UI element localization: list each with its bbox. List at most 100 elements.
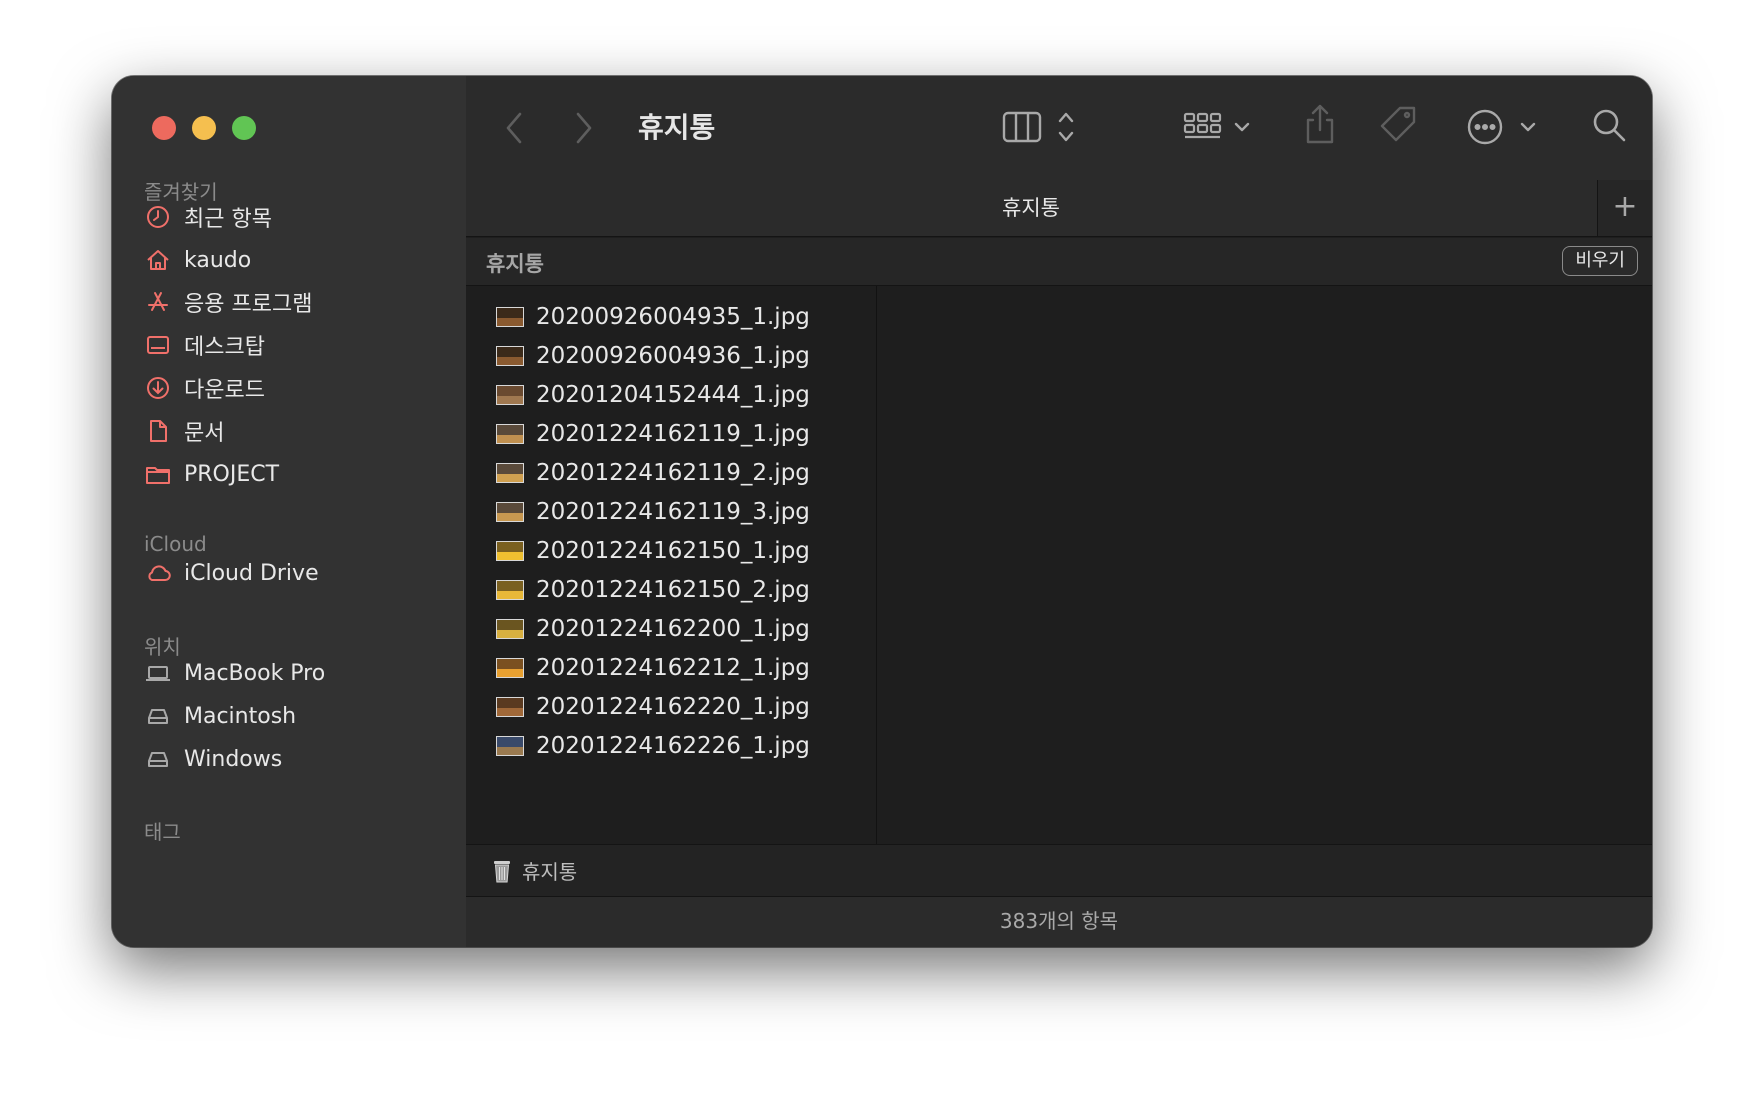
status-bar: 383개의 항목 [466, 897, 1652, 947]
sidebar-item-windows[interactable]: Windows [144, 737, 444, 781]
image-thumbnail-icon [496, 658, 524, 678]
list-item[interactable]: 20200926004935_1.jpg [496, 297, 810, 337]
close-window-button[interactable] [152, 116, 176, 140]
sidebar-item-label: Macintosh [184, 703, 297, 729]
minimize-window-button[interactable] [192, 116, 216, 140]
clock-icon [147, 206, 169, 228]
sidebar-item-downloads[interactable]: 다운로드 [144, 366, 444, 410]
file-name: 20201224162200_1.jpg [536, 616, 810, 642]
back-icon[interactable] [502, 110, 528, 146]
column-title: 휴지통 [486, 252, 544, 276]
more-actions-button[interactable] [1466, 106, 1542, 148]
list-item[interactable]: 20201224162119_3.jpg [496, 492, 810, 532]
cloud-icon [148, 565, 171, 581]
file-name: 20201224162226_1.jpg [536, 733, 810, 759]
file-name: 20201224162119_3.jpg [536, 499, 810, 525]
trash-icon [494, 860, 510, 882]
sidebar-section-tags: 태그 [144, 820, 181, 844]
new-tab-button[interactable]: + [1597, 180, 1652, 236]
image-thumbnail-icon [496, 541, 524, 561]
image-thumbnail-icon [496, 619, 524, 639]
file-column: 20200926004935_1.jpg 20200926004936_1.jp… [466, 286, 877, 844]
list-item[interactable]: 20201224162200_1.jpg [496, 609, 810, 649]
sidebar-item-label: PROJECT [184, 461, 280, 487]
sidebar-item-icloud-drive[interactable]: iCloud Drive [144, 551, 444, 595]
sidebar-item-desktop[interactable]: 데스크탑 [144, 323, 444, 367]
image-thumbnail-icon [496, 424, 524, 444]
list-item[interactable]: 20200926004936_1.jpg [496, 336, 810, 376]
file-name: 20201224162212_1.jpg [536, 655, 810, 681]
file-name: 20201204152444_1.jpg [536, 382, 810, 408]
sidebar-item-macbook-pro[interactable]: MacBook Pro [144, 651, 444, 695]
apps-icon [148, 292, 168, 311]
sidebar-item-label: 응용 프로그램 [184, 292, 313, 317]
sidebar-item-recents[interactable]: 최근 항목 [144, 195, 444, 239]
document-icon [150, 420, 167, 442]
file-name: 20200926004936_1.jpg [536, 343, 810, 369]
sidebar-item-macintosh[interactable]: Macintosh [144, 694, 444, 738]
download-icon [147, 377, 169, 399]
group-button[interactable] [1182, 106, 1254, 148]
sidebar-item-label: 데스크탑 [184, 335, 265, 360]
window-controls [152, 116, 256, 140]
list-item[interactable]: 20201224162150_1.jpg [496, 531, 810, 571]
sidebar: 즐겨찾기 최근 항목 kaudo 응용 프로그램 데스크탑 다운로드 문서 PR… [112, 76, 467, 947]
item-count: 383개의 항목 [999, 909, 1119, 933]
forward-icon[interactable] [570, 110, 596, 146]
chevron-down-icon [1234, 122, 1250, 132]
tag-icon[interactable] [1378, 104, 1418, 144]
file-name: 20201224162119_1.jpg [536, 421, 810, 447]
ellipsis-circle-icon [1467, 109, 1503, 145]
image-thumbnail-icon [496, 385, 524, 405]
list-item[interactable]: 20201224162150_2.jpg [496, 570, 810, 610]
sidebar-item-label: 문서 [184, 421, 225, 446]
sidebar-item-label: 최근 항목 [184, 207, 272, 232]
zoom-window-button[interactable] [232, 116, 256, 140]
list-item[interactable]: 20201224162119_2.jpg [496, 453, 810, 493]
sidebar-item-applications[interactable]: 응용 프로그램 [144, 280, 444, 324]
grid-icon [1183, 112, 1222, 139]
drive-icon [148, 709, 168, 724]
file-name: 20201224162220_1.jpg [536, 694, 810, 720]
file-name: 20201224162150_2.jpg [536, 577, 810, 603]
sidebar-item-label: iCloud Drive [184, 560, 319, 586]
sidebar-item-label: MacBook Pro [184, 660, 326, 686]
image-thumbnail-icon [496, 502, 524, 522]
image-thumbnail-icon [496, 307, 524, 327]
image-thumbnail-icon [496, 736, 524, 756]
sidebar-item-home[interactable]: kaudo [144, 238, 444, 282]
desktop-icon [147, 336, 169, 354]
list-item[interactable]: 20201224162226_1.jpg [496, 726, 810, 766]
sidebar-item-label: Windows [184, 746, 283, 772]
sidebar-item-documents[interactable]: 문서 [144, 409, 444, 453]
list-item[interactable]: 20201224162119_1.jpg [496, 414, 810, 454]
list-item[interactable]: 20201224162212_1.jpg [496, 648, 810, 688]
view-mode-button[interactable] [1002, 106, 1100, 148]
file-name: 20201224162119_2.jpg [536, 460, 810, 486]
window-title: 휴지통 [638, 111, 716, 144]
image-thumbnail-icon [496, 580, 524, 600]
sidebar-item-project[interactable]: PROJECT [144, 452, 444, 496]
empty-trash-button[interactable]: 비우기 [1562, 246, 1638, 276]
main-area: 휴지통 휴지통 + 휴지통 비우기 20200926004935_1.jpg 2… [466, 76, 1652, 947]
chevron-down-icon [1520, 122, 1536, 132]
column-header: 휴지통 비우기 [466, 238, 1652, 286]
laptop-icon [146, 666, 170, 681]
tab-trash[interactable]: 휴지통 [466, 180, 1596, 236]
chevron-updown-icon [1058, 112, 1074, 142]
list-item[interactable]: 20201204152444_1.jpg [496, 375, 810, 415]
file-name: 20201224162150_1.jpg [536, 538, 810, 564]
toolbar: 휴지통 [466, 76, 1652, 180]
file-name: 20200926004935_1.jpg [536, 304, 810, 330]
image-thumbnail-icon [496, 463, 524, 483]
path-bar-label[interactable]: 휴지통 [522, 856, 577, 885]
image-thumbnail-icon [496, 697, 524, 717]
image-thumbnail-icon [496, 346, 524, 366]
finder-window: 즐겨찾기 최근 항목 kaudo 응용 프로그램 데스크탑 다운로드 문서 PR… [112, 76, 1652, 947]
share-icon[interactable] [1302, 102, 1338, 146]
sidebar-item-label: kaudo [184, 247, 252, 273]
list-item[interactable]: 20201224162220_1.jpg [496, 687, 810, 727]
folder-icon [146, 467, 170, 484]
search-icon[interactable] [1590, 106, 1628, 144]
columns-view-icon [1002, 111, 1042, 143]
